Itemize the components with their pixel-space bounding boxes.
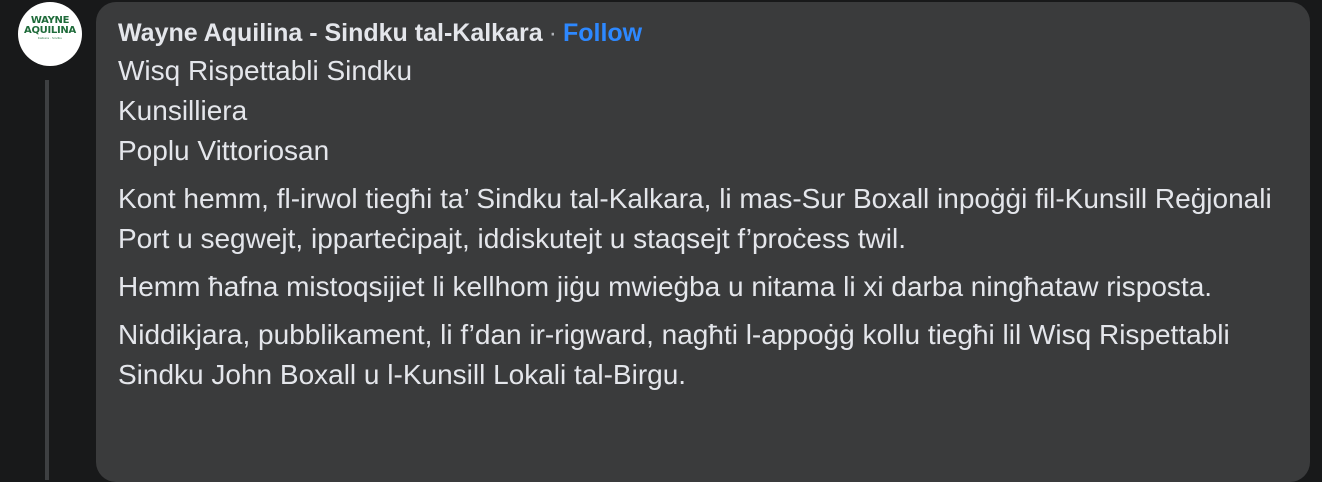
avatar-logo: WAYNE AQUILINA Kalkara · Sindku (18, 16, 82, 41)
follow-button[interactable]: Follow (563, 19, 642, 47)
comment-bubble: Wayne Aquilina - Sindku tal-Kalkara · Foll… (96, 2, 1310, 482)
comment-paragraph: Hemm ħafna mistoqsijiet li kellhom jiġu … (118, 271, 1213, 302)
comment-paragraph: Kont hemm, fl-irwol tiegħi ta’ Sindku ta… (118, 183, 1272, 254)
avatar-logo-line2: AQUILINA (24, 25, 76, 36)
greeting-block: Wisq Rispettabli Sindku Kunsilliera Popl… (118, 51, 1288, 171)
avatar-logo-subtitle: Kalkara · Sindku (37, 36, 63, 40)
greeting-line: Poplu Vittoriosan (118, 135, 330, 166)
thread-line (45, 80, 49, 480)
greeting-line: Kunsilliera (118, 95, 248, 126)
comment-header: Wayne Aquilina - Sindku tal-Kalkara · Foll… (118, 18, 1288, 48)
greeting-line: Wisq Rispettabli Sindku (118, 55, 413, 86)
avatar[interactable]: WAYNE AQUILINA Kalkara · Sindku (18, 2, 82, 66)
comment-paragraph: Niddikjara, pubblikament, li f’dan ir-ri… (118, 319, 1230, 390)
author-name[interactable]: Wayne Aquilina - Sindku tal-Kalkara (118, 19, 543, 47)
separator-dot: · (548, 19, 557, 47)
